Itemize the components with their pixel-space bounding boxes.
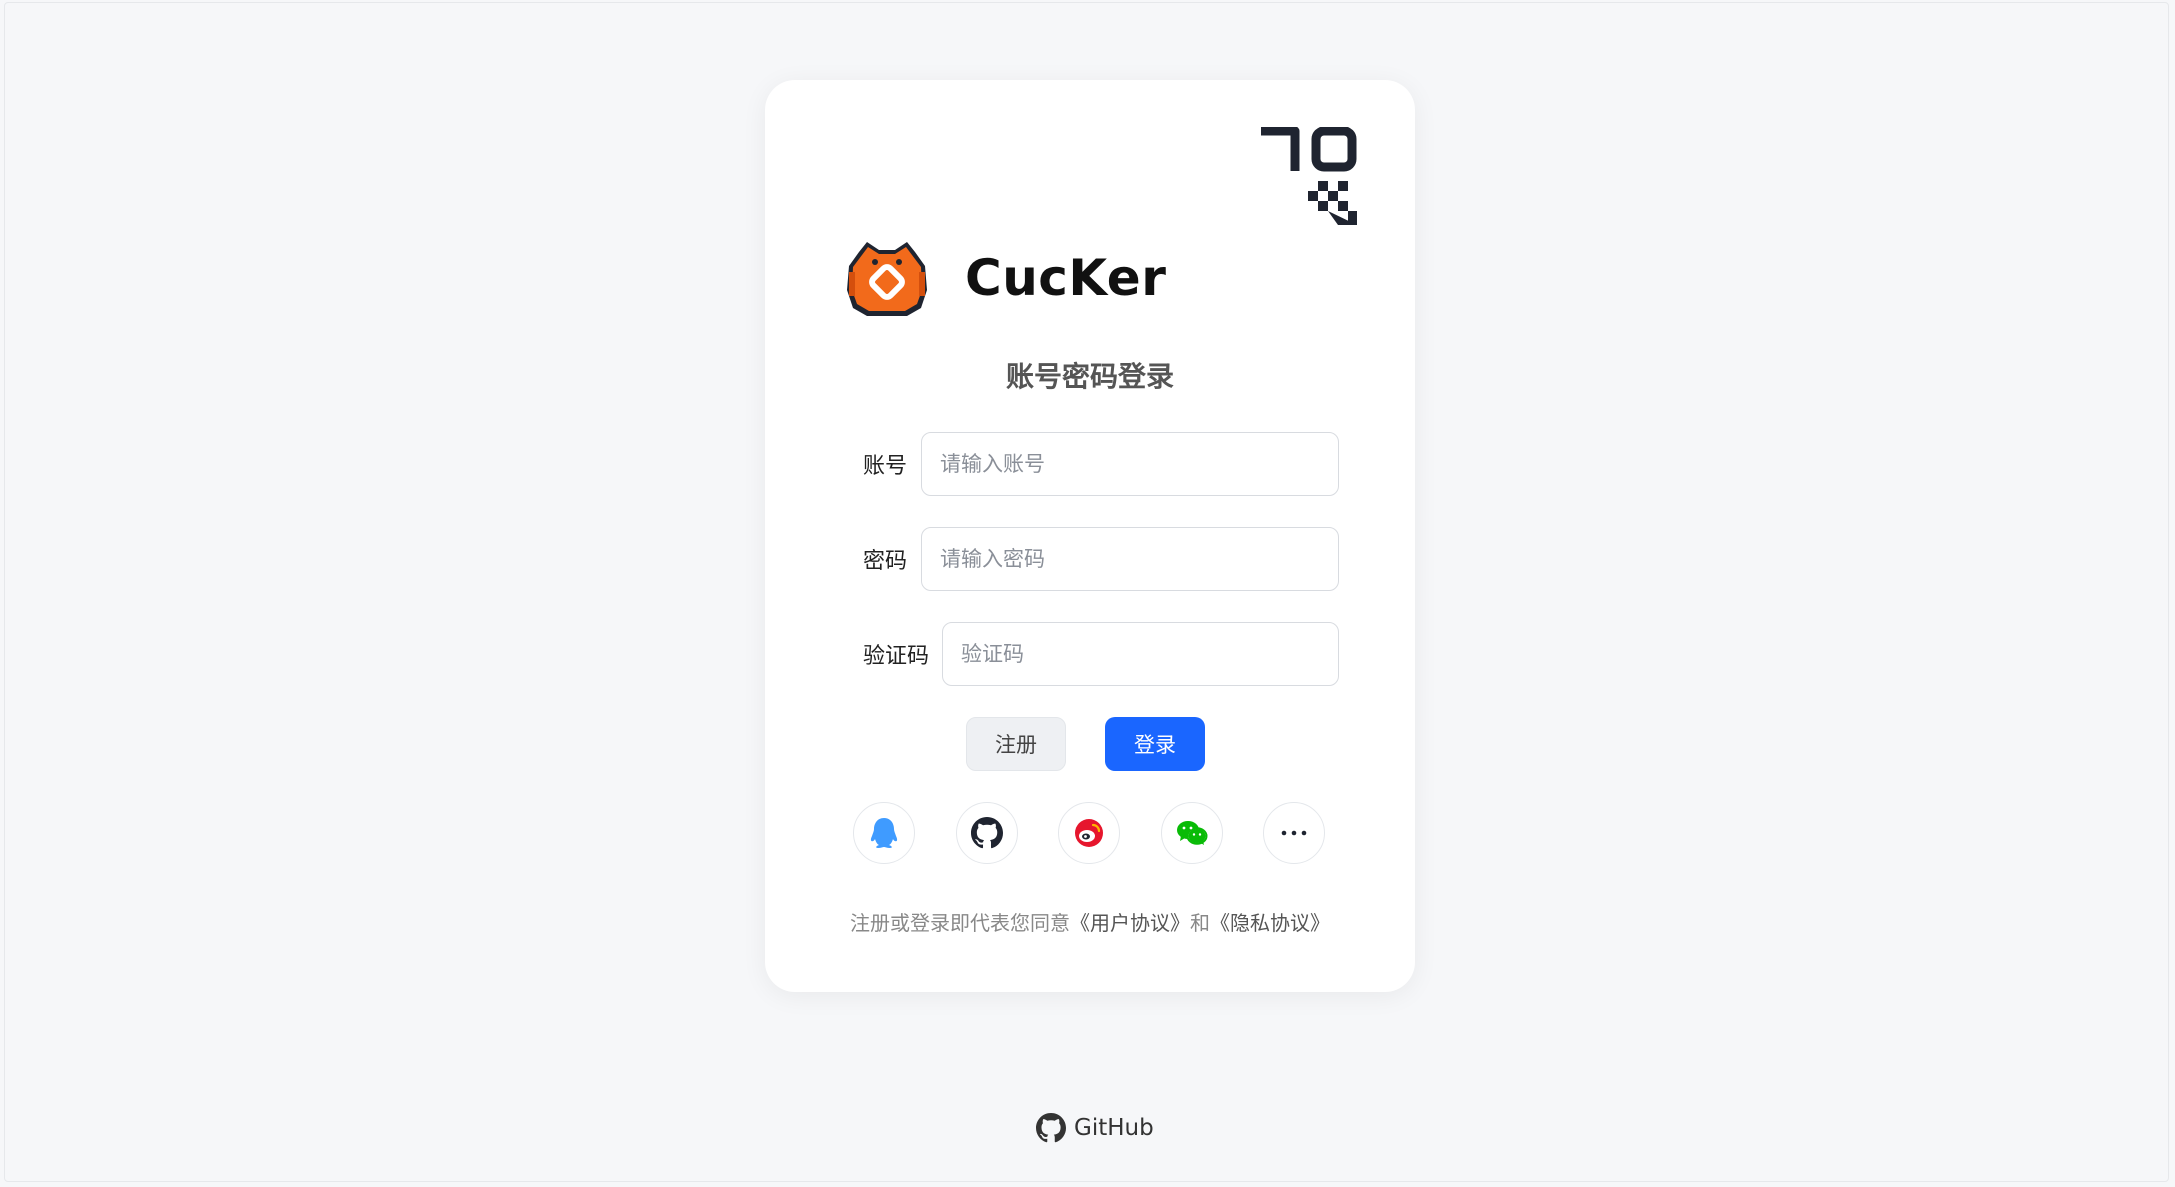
cucker-logo-icon — [847, 242, 927, 316]
password-row: 密码 — [863, 527, 1339, 591]
app-name: CucKer — [965, 249, 1167, 307]
qq-icon — [870, 818, 898, 848]
password-label: 密码 — [863, 549, 908, 574]
wechat-icon — [1176, 821, 1207, 845]
captcha-row: 验证码 — [863, 622, 1339, 686]
qq-login-button[interactable] — [853, 802, 915, 864]
weibo-login-button[interactable] — [1058, 802, 1120, 864]
user-agreement-link[interactable]: 《用户协议》 — [1070, 911, 1190, 935]
more-icon — [1281, 830, 1307, 836]
privacy-agreement-link[interactable]: 《隐私协议》 — [1210, 911, 1330, 935]
agreement-conjunction: 和 — [1190, 911, 1210, 935]
captcha-label: 验证码 — [863, 644, 930, 669]
agreement-prefix: 注册或登录即代表您同意 — [850, 911, 1070, 935]
account-row: 账号 — [863, 432, 1339, 496]
account-input[interactable] — [921, 432, 1339, 496]
weibo-icon — [1075, 819, 1103, 847]
footer-github-link[interactable]: GitHub — [1036, 1113, 1154, 1143]
social-login-bar — [853, 802, 1325, 864]
agreement-text: 注册或登录即代表您同意《用户协议》和《隐私协议》 — [765, 907, 1415, 936]
login-title: 账号密码登录 — [1005, 360, 1174, 393]
qr-code-toggle-icon[interactable] — [1261, 127, 1357, 225]
wechat-login-button[interactable] — [1160, 802, 1223, 864]
action-buttons: 注册 登录 — [765, 717, 1415, 771]
more-login-button[interactable] — [1263, 802, 1325, 864]
github-icon — [1036, 1113, 1066, 1143]
register-button[interactable]: 注册 — [966, 717, 1066, 771]
login-button[interactable]: 登录 — [1105, 717, 1205, 771]
github-icon — [970, 817, 1003, 849]
footer-github-label: GitHub — [1074, 1115, 1154, 1141]
github-login-button[interactable] — [955, 802, 1018, 864]
password-input[interactable] — [921, 527, 1339, 591]
login-card: CucKer 账号密码登录 账号 密码 验证码 注册 登录 — [765, 80, 1415, 992]
brand: CucKer — [845, 238, 1166, 318]
account-label: 账号 — [863, 454, 908, 479]
captcha-input[interactable] — [942, 622, 1339, 686]
